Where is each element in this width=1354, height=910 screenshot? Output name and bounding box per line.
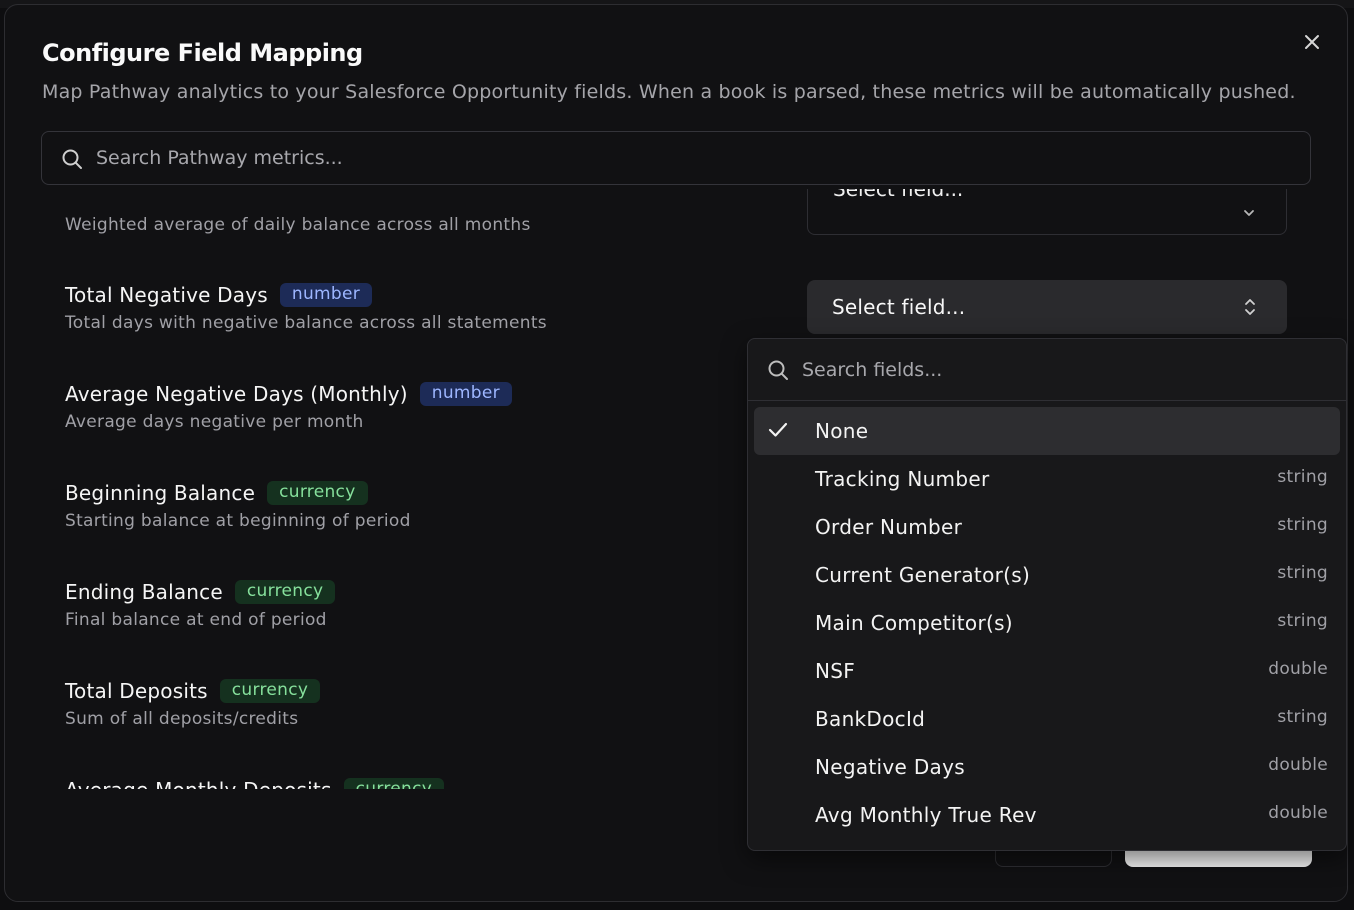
dropdown-option[interactable]: Main Competitor(s) string [754, 599, 1340, 647]
option-type: string [1277, 515, 1328, 535]
dialog-title: Configure Field Mapping [42, 39, 363, 67]
metric-row: Total Deposits currency Sum of all depos… [65, 679, 321, 729]
dropdown-option[interactable]: Negative Days double [754, 743, 1340, 791]
field-search[interactable] [748, 339, 1346, 401]
option-label: BankDocId [815, 707, 926, 731]
metric-row: Beginning Balance currency Starting bala… [65, 481, 411, 531]
dropdown-option[interactable]: NSF double [754, 647, 1340, 695]
option-label: Current Generator(s) [815, 563, 1031, 587]
metric-description: Final balance at end of period [65, 610, 327, 630]
field-search-input[interactable] [802, 339, 1322, 401]
metric-name: Total Deposits [65, 679, 208, 703]
dropdown-option[interactable]: None [754, 407, 1340, 455]
field-select-value: Select field... [832, 295, 966, 319]
search-input[interactable] [96, 132, 1276, 184]
type-badge: number [279, 283, 373, 307]
metric-name: Beginning Balance [65, 481, 256, 505]
dropdown-option[interactable]: Avg Monthly True Rev double [754, 791, 1340, 839]
option-label: Main Competitor(s) [815, 611, 1013, 635]
field-dropdown: None Tracking Number string Order Number… [747, 338, 1347, 851]
search-icon [61, 148, 83, 170]
option-label: Avg Monthly True Rev [815, 803, 1037, 827]
metric-row: Total Negative Days number Total days wi… [65, 283, 547, 333]
metrics-search[interactable] [41, 131, 1311, 185]
field-select-active[interactable]: Select field... [807, 280, 1287, 334]
close-icon[interactable] [1301, 31, 1323, 53]
option-type: string [1277, 467, 1328, 487]
option-type: string [1277, 611, 1328, 631]
metric-description: Average days negative per month [65, 412, 364, 432]
metric-description: Total days with negative balance across … [65, 313, 547, 333]
metric-description: Weighted average of daily balance across… [65, 215, 531, 235]
metric-row: Weighted average of daily balance across… [65, 215, 531, 235]
dropdown-option[interactable]: Order Number string [754, 503, 1340, 551]
type-badge: number [419, 382, 512, 406]
metric-row: Average Monthly Deposits currency [65, 778, 445, 789]
option-type: string [1277, 563, 1328, 583]
type-badge: currency [343, 778, 445, 789]
option-label: Negative Days [815, 755, 965, 779]
type-badge: currency [267, 481, 368, 505]
metric-description: Sum of all deposits/credits [65, 709, 299, 729]
dialog-subtitle: Map Pathway analytics to your Salesforce… [42, 81, 1296, 103]
option-label: NSF [815, 659, 856, 683]
metric-name: Average Monthly Deposits [65, 778, 332, 789]
dropdown-option[interactable]: BankDocId string [754, 695, 1340, 743]
field-select[interactable]: Select field... [807, 189, 1287, 235]
metric-name: Ending Balance [65, 580, 223, 604]
metric-name: Average Negative Days (Monthly) [65, 382, 408, 406]
option-type: double [1268, 659, 1328, 679]
metric-description: Starting balance at beginning of period [65, 511, 411, 531]
check-icon [768, 421, 788, 439]
type-badge: currency [219, 679, 321, 703]
option-type: double [1268, 755, 1328, 775]
type-badge: currency [234, 580, 336, 604]
option-label: None [815, 419, 869, 443]
option-label: Order Number [815, 515, 963, 539]
option-type: double [1268, 803, 1328, 823]
option-type: string [1277, 707, 1328, 727]
field-select-value: Select field... [833, 189, 964, 201]
metric-row: Ending Balance currency Final balance at… [65, 580, 336, 630]
dropdown-option[interactable]: Tracking Number string [754, 455, 1340, 503]
metric-name: Total Negative Days [65, 283, 268, 307]
chevrons-up-down-icon [1241, 296, 1259, 318]
metric-row: Average Negative Days (Monthly) number A… [65, 382, 512, 432]
dropdown-option[interactable]: Current Generator(s) string [754, 551, 1340, 599]
chevron-down-icon [1242, 205, 1256, 219]
search-icon [767, 359, 789, 381]
option-label: Tracking Number [815, 467, 990, 491]
